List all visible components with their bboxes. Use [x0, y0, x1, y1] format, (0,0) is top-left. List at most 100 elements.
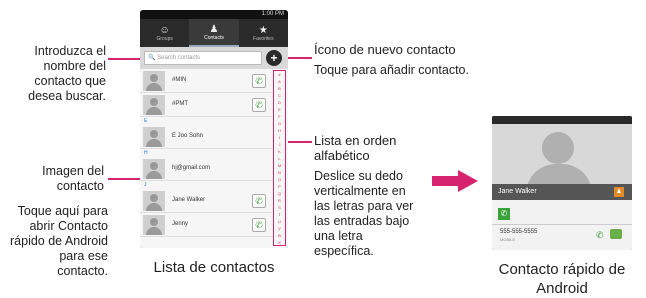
alphabet-letter[interactable]: W	[274, 232, 285, 239]
quick-contact-tabs	[492, 116, 632, 124]
alpha-callout-desc: Deslice su dedo verticalmente en las let…	[314, 169, 414, 258]
contact-row[interactable]: #MIN ✆	[140, 69, 272, 93]
contacts-list-caption-text: Lista de contactos	[153, 259, 275, 276]
alphabet-letter[interactable]: V	[274, 225, 285, 232]
contact-avatar[interactable]	[143, 95, 165, 115]
contact-name: Jane Walker	[172, 197, 206, 203]
alphabet-letter[interactable]: C	[274, 92, 285, 99]
tab-contacts[interactable]: ♟ Contacts	[189, 19, 239, 47]
contact-row[interactable]: #PMT ✆	[140, 93, 272, 117]
phone-icon: ✆	[255, 100, 263, 110]
alpha-leader-line	[288, 141, 312, 143]
alphabet-letter[interactable]: O	[274, 176, 285, 183]
message-icon[interactable]	[610, 229, 622, 239]
contact-name: Jenny	[172, 221, 189, 227]
quick-contact-number: 555-555-5555	[500, 229, 538, 235]
add-contact-button[interactable]: +	[266, 50, 282, 66]
alphabet-letter[interactable]: T	[274, 211, 285, 218]
contact-name: #PMT	[172, 101, 189, 107]
quick-contact-caption-text: Contacto rápido de Android	[498, 261, 626, 297]
contact-avatar[interactable]	[143, 127, 165, 147]
alphabet-letter[interactable]: Q	[274, 190, 285, 197]
tab-contacts-label: Contacts	[204, 34, 224, 41]
contact-row[interactable]: E Joo Sohn	[140, 125, 272, 149]
quick-contact-photo	[492, 124, 632, 184]
call-icon[interactable]: ✆	[596, 230, 604, 241]
phone-icon: ✆	[255, 196, 263, 206]
tab-groups-label: Groups	[156, 35, 173, 42]
search-row: 🔍 Search contacts +	[140, 47, 288, 69]
alphabet-letter[interactable]: D	[274, 99, 285, 106]
alpha-callout: Lista en orden alfabético Deslice su ded…	[314, 133, 414, 259]
alphabet-letter[interactable]: A	[274, 78, 285, 85]
alphabet-letter[interactable]: E	[274, 106, 285, 113]
contact-avatar[interactable]	[143, 159, 165, 179]
contact-name: #MIN	[172, 77, 187, 83]
contact-card-icon[interactable]: ♟	[614, 187, 624, 197]
contact-row[interactable]: Jane Walker ✆	[140, 189, 272, 213]
contact-avatar[interactable]	[143, 215, 165, 235]
search-input[interactable]: 🔍 Search contacts	[144, 51, 262, 65]
alphabet-letter[interactable]: B	[274, 85, 285, 92]
alphabet-letter[interactable]: U	[274, 218, 285, 225]
tab-favorites-label: Favorites	[253, 35, 274, 42]
section-header: E	[144, 118, 148, 124]
search-callout: Introduzca el nombre del contacto que de…	[8, 44, 106, 104]
alphabet-letter[interactable]: H	[274, 127, 285, 134]
call-button[interactable]: ✆	[252, 194, 266, 208]
contacts-screen: 1:00 PM ☺ Groups ♟ Contacts ★ Favorites …	[140, 10, 288, 248]
image-callout-desc-text: Toque aquí para abrir Contacto rápido de…	[10, 204, 108, 278]
alphabet-letter[interactable]: L	[274, 155, 285, 162]
image-callout-desc: Toque aquí para abrir Contacto rápido de…	[8, 204, 108, 279]
search-placeholder: Search contacts	[157, 55, 201, 61]
alphabet-letter[interactable]: K	[274, 148, 285, 155]
section-header: J	[144, 182, 147, 188]
alphabet-letter[interactable]: P	[274, 183, 285, 190]
call-button[interactable]: ✆	[252, 74, 266, 88]
tab-groups[interactable]: ☺ Groups	[140, 19, 189, 47]
contact-avatar[interactable]	[143, 71, 165, 91]
section-header: H	[144, 150, 148, 156]
phone-icon[interactable]: ✆	[498, 208, 510, 220]
quick-contact-namebar: Jane Walker ♟	[492, 184, 632, 200]
alphabet-letter[interactable]: M	[274, 162, 285, 169]
search-leader-line	[108, 58, 144, 60]
image-callout-title: Imagen del contacto	[8, 164, 104, 194]
alphabet-letter[interactable]: #	[274, 71, 285, 78]
quick-contact-caption: Contacto rápido de Android	[482, 260, 642, 298]
alphabet-letter[interactable]: N	[274, 169, 285, 176]
status-bar: 1:00 PM	[140, 10, 288, 19]
contact-avatar[interactable]	[143, 191, 165, 211]
contact-row[interactable]: hj@gmail.com	[140, 157, 272, 181]
status-time: 1:00 PM	[261, 11, 284, 17]
alphabet-letter[interactable]: S	[274, 204, 285, 211]
quick-contact-number-type: MOBILE	[500, 237, 516, 242]
contact-row[interactable]: Jenny ✆	[140, 213, 272, 237]
call-button[interactable]: ✆	[252, 98, 266, 112]
new-contact-callout: Ícono de nuevo contacto Toque para añadi…	[314, 42, 494, 78]
contact-name: hj@gmail.com	[172, 165, 211, 171]
alphabet-letter[interactable]: X	[274, 239, 285, 246]
quick-contact-number-row[interactable]: 555-555-5555 MOBILE ✆	[492, 224, 632, 246]
call-button[interactable]: ✆	[252, 218, 266, 232]
alphabet-letter[interactable]: Y	[274, 246, 285, 248]
image-callout-title-text: Imagen del contacto	[42, 164, 104, 193]
add-icon: +	[270, 51, 278, 65]
alphabet-letter[interactable]: I	[274, 134, 285, 141]
alpha-callout-title: Lista en orden alfabético	[314, 133, 397, 163]
alphabet-letter[interactable]: G	[274, 120, 285, 127]
search-callout-text: Introduzca el nombre del contacto que de…	[28, 44, 106, 103]
phone-icon: ✆	[255, 220, 263, 230]
alphabet-letter[interactable]: J	[274, 141, 285, 148]
alphabet-letter[interactable]: F	[274, 113, 285, 120]
new-contact-callout-desc: Toque para añadir contacto.	[314, 63, 469, 77]
tab-favorites[interactable]: ★ Favorites	[239, 19, 288, 47]
alphabet-index[interactable]: #ABCDEFGHIJKLMNOPQRSTUVWXYZ	[273, 70, 286, 248]
contacts-tabs: ☺ Groups ♟ Contacts ★ Favorites	[140, 19, 288, 47]
person-icon: ♟	[209, 23, 219, 35]
people-icon: ☺	[159, 24, 170, 36]
contact-list: #MIN ✆ #PMT ✆ E E Joo Sohn H hj@gmail.co…	[140, 69, 288, 248]
arrow-right-icon	[432, 170, 478, 192]
alphabet-letter[interactable]: R	[274, 197, 285, 204]
quick-contact-name: Jane Walker	[498, 188, 537, 195]
